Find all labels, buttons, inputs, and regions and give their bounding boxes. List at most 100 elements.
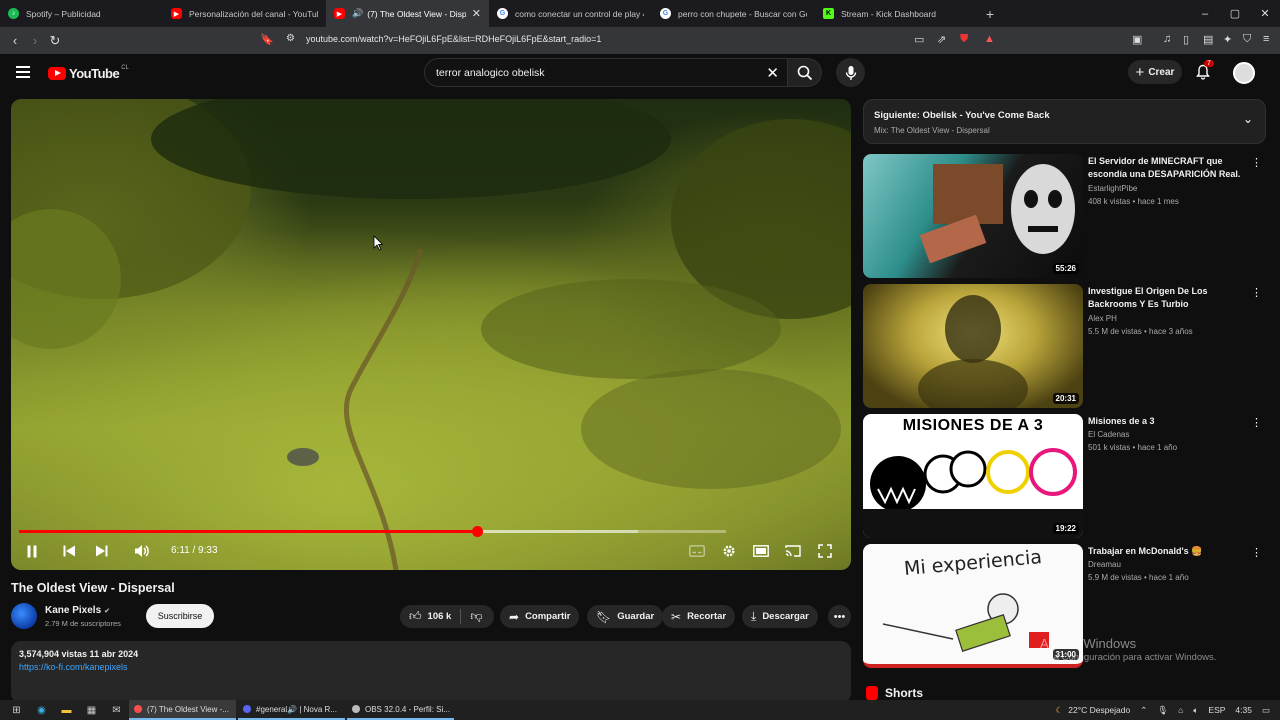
taskbar-app-discord[interactable]: #general🔊 | Nova R... (238, 700, 345, 720)
notifications-button[interactable]: 7 (1196, 60, 1214, 85)
playlist-up-next[interactable]: Siguiente: Obelisk - You've Come Back Mi… (863, 99, 1266, 144)
recommended-title[interactable]: Trabajar en McDonald's 🍔 (1088, 545, 1248, 558)
description-link[interactable]: https://ko-fi.com/kanepixels (19, 662, 128, 672)
file-explorer-icon[interactable]: ▬ (54, 700, 79, 720)
hamburger-menu-icon[interactable] (16, 66, 30, 78)
subtitles-button[interactable] (687, 542, 707, 560)
recommended-channel[interactable]: Dreamau (1088, 560, 1121, 569)
recommended-channel[interactable]: Alex PH (1088, 314, 1117, 323)
youtube-logo[interactable]: YouTube CL (48, 65, 129, 81)
site-settings-icon[interactable]: ⚙ (286, 33, 295, 44)
recommended-title[interactable]: Investigue El Origen De Los Backrooms Y … (1088, 285, 1248, 311)
search-input[interactable]: terror analogico obelisk ✕ (424, 58, 788, 87)
sidebar-icon[interactable]: ▯ (1183, 33, 1189, 46)
recommended-channel[interactable]: El Cadenas (1088, 430, 1129, 439)
search-button[interactable] (788, 58, 822, 87)
video-player[interactable]: 6:11 / 9:33 (11, 99, 851, 570)
save-button[interactable]: 🔖︎ Guardar (587, 605, 664, 628)
audio-playing-icon[interactable]: 🔊 (352, 8, 363, 19)
clear-search-icon[interactable]: ✕ (766, 64, 779, 82)
previous-button[interactable] (59, 542, 79, 560)
close-window-icon[interactable]: ✕ (1250, 0, 1280, 27)
extension-icon[interactable]: ▣ (1132, 33, 1142, 46)
recommended-title[interactable]: Misiones de a 3 (1088, 415, 1248, 428)
taskbar-app-obs[interactable]: OBS 32.0.4 - Perfil: Si... (347, 700, 454, 720)
music-icon[interactable]: ♫ (1163, 33, 1171, 45)
recommended-channel[interactable]: EstarlightPibe (1088, 184, 1137, 193)
recommended-video[interactable]: 55:26 El Servidor de MINECRAFT que escon… (863, 154, 1266, 278)
recommended-video[interactable]: MISIONES DE A 3 19:22 Misiones de a 3 El… (863, 414, 1266, 538)
browser-tab[interactable]: G como conectar un control de play 4 a (489, 0, 652, 27)
channel-name-row[interactable]: Kane Pixels ✔ (45, 605, 110, 616)
clip-button[interactable]: ✂ Recortar (662, 605, 736, 628)
more-options-icon[interactable]: ⋮ (1251, 546, 1262, 559)
channel-name[interactable]: Kane Pixels (45, 605, 101, 616)
share-button[interactable]: ➦ Compartir (500, 605, 580, 628)
create-button[interactable]: + Crear (1128, 60, 1182, 84)
recommended-video[interactable]: 20:31 Investigue El Origen De Los Backro… (863, 284, 1266, 408)
screen-icon[interactable]: ▭ (914, 33, 924, 46)
language-indicator[interactable]: ESP (1208, 705, 1225, 715)
minimize-icon[interactable]: – (1190, 0, 1220, 27)
browser-tab[interactable]: K Stream - Kick Dashboard (815, 0, 978, 27)
volume-button[interactable] (132, 542, 152, 560)
more-options-icon[interactable]: ⋮ (1251, 416, 1262, 429)
maximize-icon[interactable]: ▢ (1220, 0, 1250, 27)
cast-button[interactable] (783, 542, 803, 560)
video-thumbnail[interactable]: MISIONES DE A 3 19:22 (863, 414, 1083, 538)
wallet-icon[interactable]: ▤ (1203, 33, 1213, 46)
microphone-tray-icon[interactable]: 🎙︎ (1157, 705, 1168, 716)
forward-icon[interactable]: › (25, 33, 45, 48)
mail-icon[interactable]: ✉ (104, 700, 129, 720)
theater-mode-button[interactable] (751, 542, 771, 560)
more-options-icon[interactable]: ⋮ (1251, 156, 1262, 169)
browser-tab[interactable]: ▶ Personalización del canal - YouTube (163, 0, 326, 27)
description-box[interactable]: 3,574,904 vistas 11 abr 2024 https://ko-… (11, 641, 851, 703)
menu-icon[interactable]: ≡ (1263, 33, 1269, 45)
settings-button[interactable] (719, 542, 739, 560)
more-actions-icon[interactable]: ••• (828, 605, 851, 628)
chevron-down-icon[interactable]: ⌄ (1243, 112, 1253, 126)
recommended-title[interactable]: El Servidor de MINECRAFT que escondía un… (1088, 155, 1248, 181)
taskbar-app-browser[interactable]: (7) The Oldest View -... (129, 700, 236, 720)
back-icon[interactable]: ‹ (5, 33, 25, 48)
video-thumbnail[interactable]: 20:31 (863, 284, 1083, 408)
weather-text[interactable]: 22°C Despejado (1068, 705, 1130, 715)
account-avatar[interactable] (1233, 62, 1255, 84)
share-icon[interactable]: ⇗ (937, 33, 946, 46)
edge-icon[interactable]: ◉ (29, 700, 54, 720)
like-count[interactable]: 106 k (428, 611, 452, 622)
channel-avatar[interactable] (11, 603, 37, 629)
shorts-section-header[interactable]: Shorts (866, 686, 923, 700)
browser-tab-active[interactable]: ▶ 🔊 (7) The Oldest View - Dispersal ✕ (326, 0, 489, 27)
adblock-shield-icon[interactable]: ⛊ (960, 33, 968, 46)
video-thumbnail[interactable]: 55:26 (863, 154, 1083, 278)
thumbs-up-icon[interactable]: 👍︎ (409, 609, 422, 624)
close-tab-icon[interactable]: ✕ (472, 7, 481, 20)
vpn-icon[interactable]: ⛉ (1243, 33, 1251, 46)
new-tab-button[interactable]: + (978, 6, 1002, 22)
ai-sparkle-icon[interactable]: ✦ (1223, 33, 1232, 46)
reload-icon[interactable]: ↻ (45, 33, 65, 49)
notification-center-icon[interactable]: ▭ (1262, 705, 1270, 716)
scrubber-handle[interactable] (471, 526, 483, 537)
network-icon[interactable]: ⌂ (1178, 705, 1183, 715)
thumbs-down-icon[interactable]: 👎︎ (470, 609, 482, 624)
speaker-icon[interactable]: 🔈︎ (1193, 705, 1198, 716)
clock[interactable]: 4:35 (1235, 705, 1252, 715)
pause-button[interactable] (22, 542, 42, 560)
url-field[interactable]: youtube.com/watch?v=HeFOjiL6FpE&list=RDH… (306, 34, 601, 44)
voice-search-button[interactable] (836, 58, 865, 87)
progress-bar[interactable] (19, 526, 726, 537)
browser-tab[interactable]: ♪ Spotify – Publicidad (0, 0, 163, 27)
more-options-icon[interactable]: ⋮ (1251, 286, 1262, 299)
bookmark-icon[interactable]: 🔖 (260, 33, 274, 46)
rewards-icon[interactable]: ▲ (984, 33, 995, 45)
fullscreen-button[interactable] (815, 542, 835, 560)
subscribe-button[interactable]: Suscribirse (146, 604, 214, 628)
apps-icon[interactable]: ▦ (79, 700, 104, 720)
next-button[interactable] (91, 542, 111, 560)
download-button[interactable]: ⤓ Descargar (742, 605, 818, 628)
tray-overflow-icon[interactable]: ⌃ (1140, 705, 1147, 716)
browser-tab[interactable]: G perro con chupete - Buscar con Goo (652, 0, 815, 27)
